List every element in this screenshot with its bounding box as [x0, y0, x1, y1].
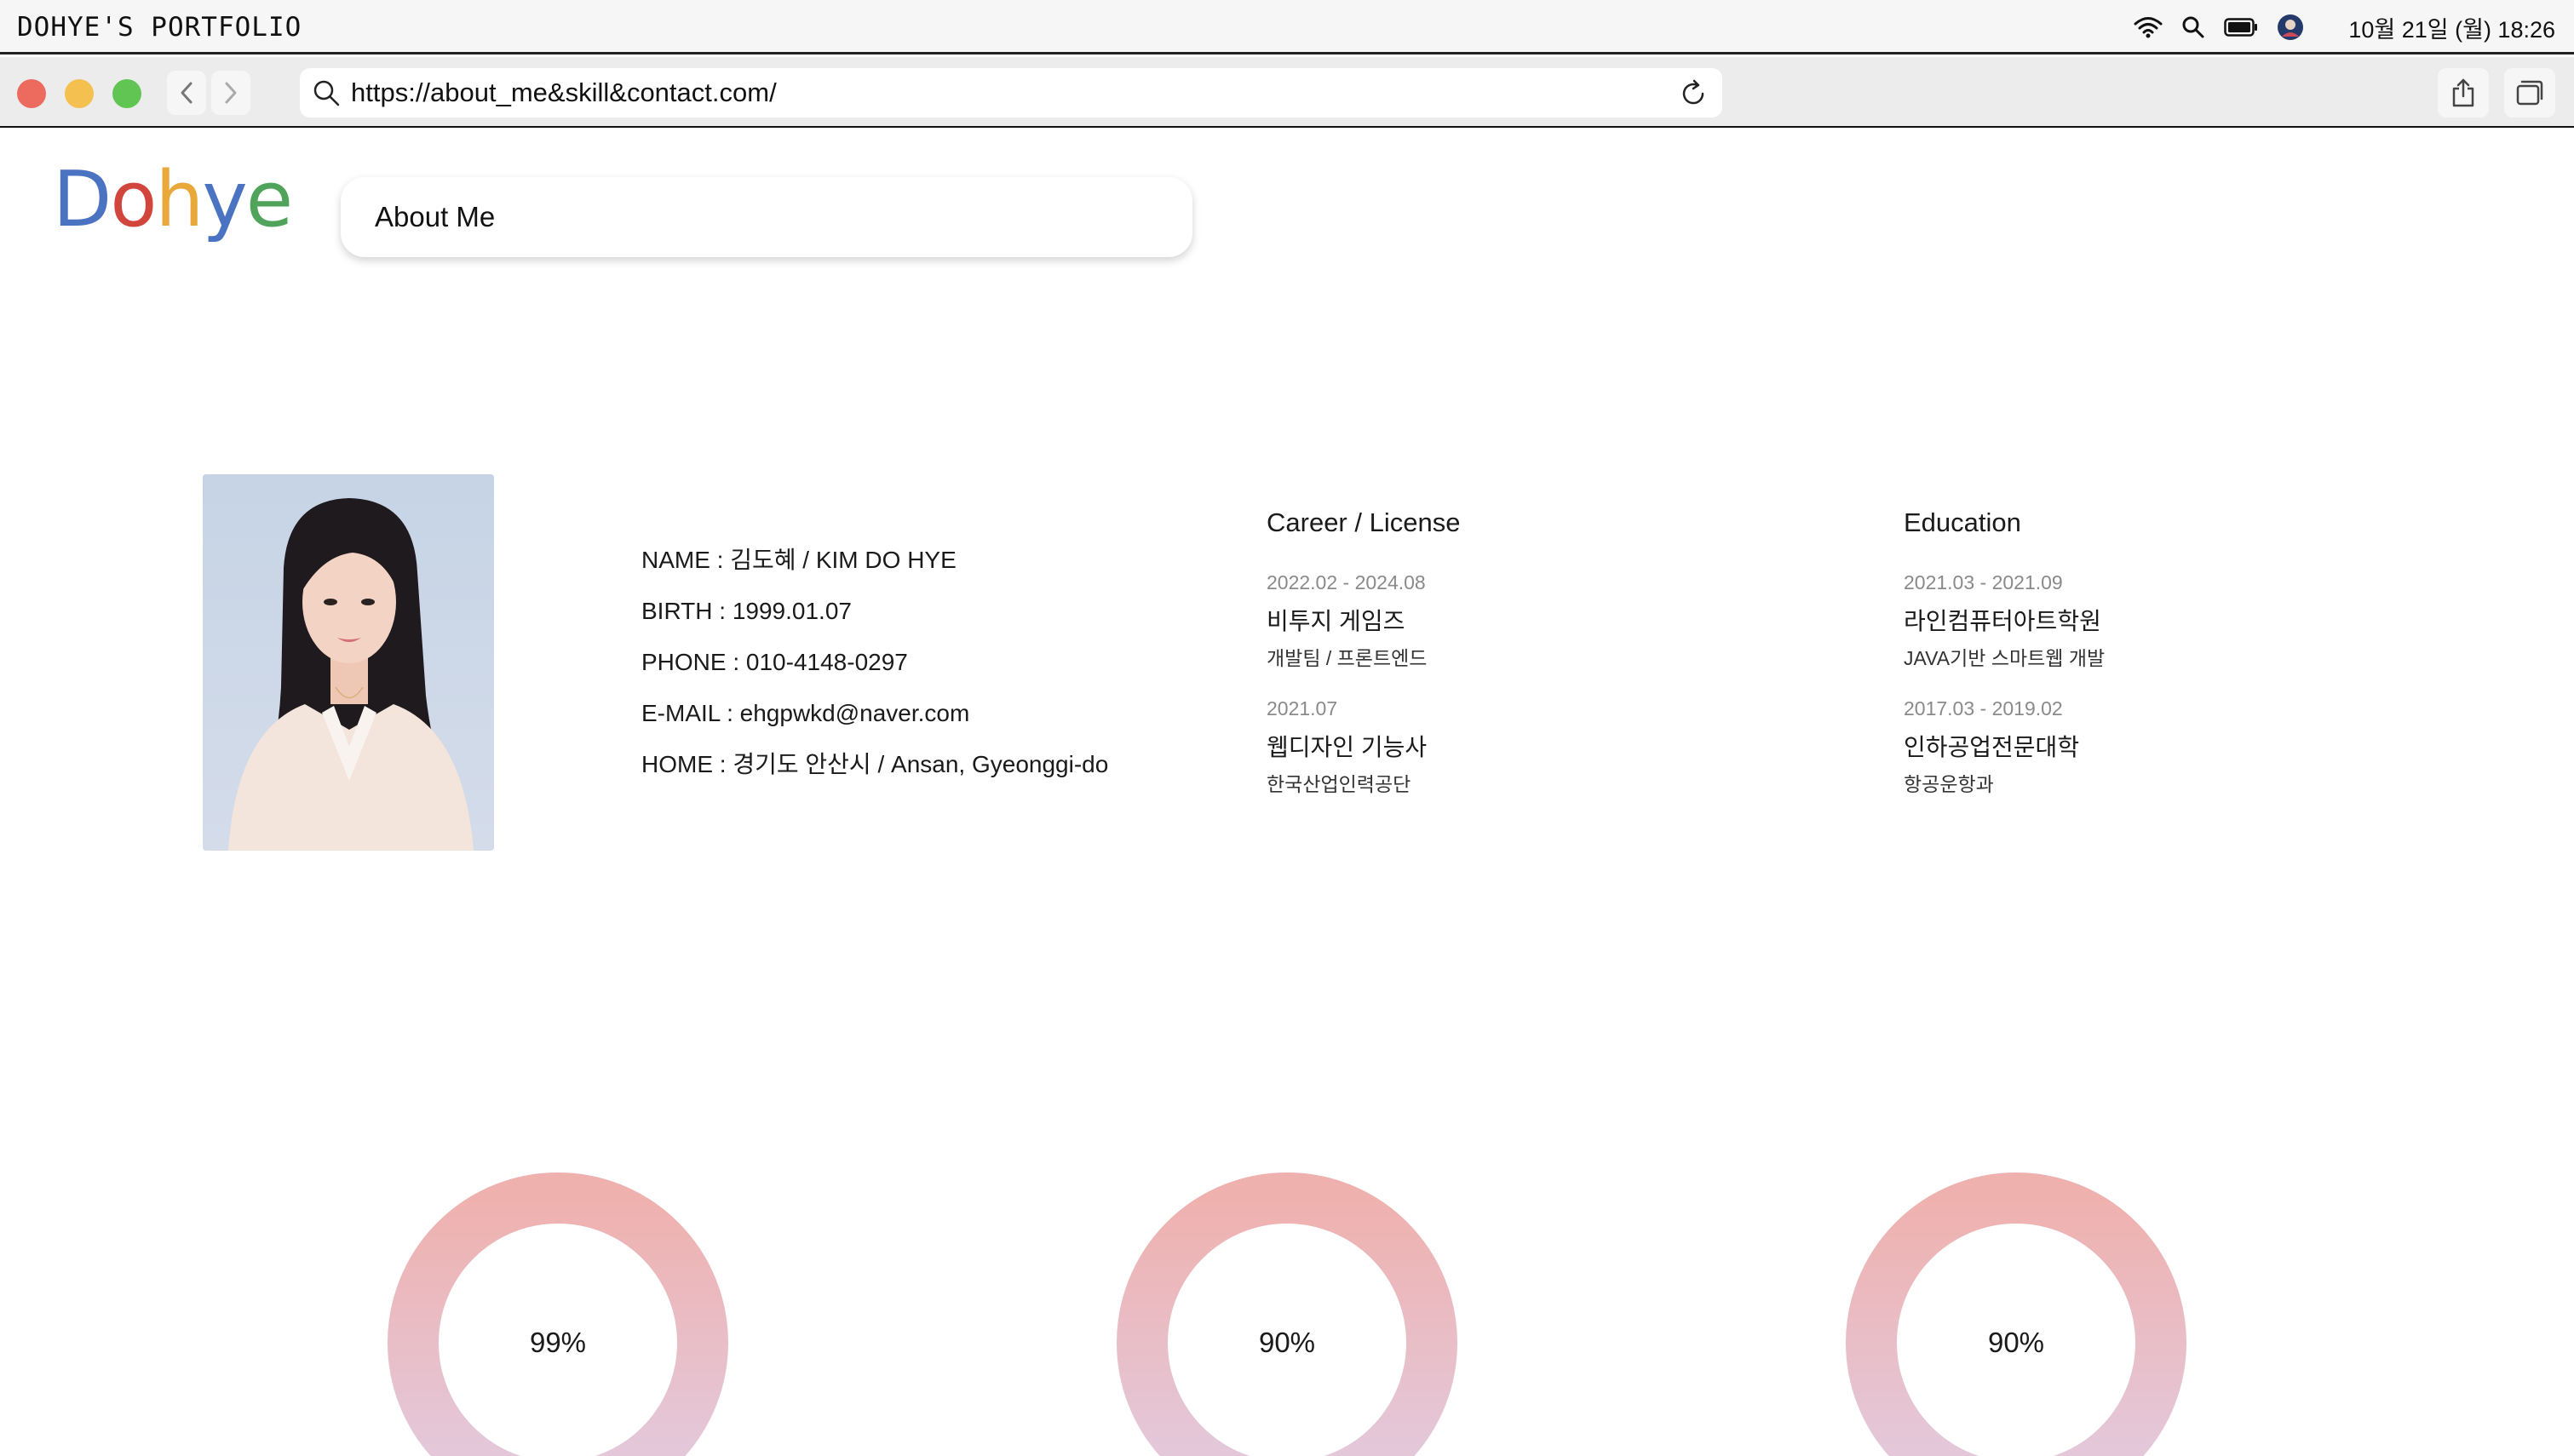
wifi-icon[interactable]: [2134, 15, 2163, 39]
entry-subtitle: 개발팀 / 프론트엔드: [1267, 647, 1428, 669]
chevron-left-icon: [181, 82, 192, 104]
address-bar[interactable]: https://about_me&skill&contact.com/: [300, 68, 1722, 118]
close-window-button[interactable]: [17, 79, 46, 108]
forward-button[interactable]: [211, 71, 250, 115]
battery-icon[interactable]: [2224, 18, 2258, 37]
education-section-title: Education: [1904, 507, 2021, 537]
portrait-illustration: [203, 474, 494, 851]
profile-info: NAME : 김도혜 / KIM DO HYE BIRTH : 1999.01.…: [641, 543, 1108, 799]
zoom-window-button[interactable]: [112, 79, 141, 108]
education-entry: 2017.03 - 2019.02 인하공업전문대학 항공운항과: [1904, 697, 2079, 797]
entry-subtitle: 한국산업인력공단: [1267, 773, 1411, 795]
status-area: 10월 21일 (월) 18:26: [2134, 10, 2555, 44]
profile-home: HOME : 경기도 안산시 / Ansan, Gyeonggi-do: [641, 751, 1109, 777]
skill-ring: 90%: [1846, 1172, 2186, 1456]
chevron-right-icon: [225, 82, 237, 104]
nav-item-about-me[interactable]: About Me: [375, 201, 495, 233]
entry-subtitle: JAVA기반 스마트웹 개발: [1904, 647, 2106, 669]
tabs-icon: [2516, 80, 2543, 106]
browser-toolbar: https://about_me&skill&contact.com/: [0, 57, 2574, 128]
minimize-window-button[interactable]: [65, 79, 94, 108]
profile-birth: BIRTH : 1999.01.07: [641, 598, 852, 624]
skill-percent: 99%: [529, 1327, 587, 1358]
career-entry: 2022.02 - 2024.08 비투지 게임즈 개발팀 / 프론트엔드: [1267, 571, 1427, 671]
back-button[interactable]: [167, 71, 206, 115]
menu-bar: DOHYE'S PORTFOLIO 10월 21일 (월) 18:26: [0, 0, 2574, 54]
career-entry: 2021.07 웹디자인 기능사 한국산업인력공단: [1267, 697, 1427, 797]
user-avatar-icon[interactable]: [2277, 14, 2304, 41]
reload-icon[interactable]: [1678, 78, 1709, 109]
entry-name: 비투지 게임즈: [1267, 608, 1405, 634]
skill-ring: 99%: [388, 1172, 728, 1456]
tabs-button[interactable]: [2504, 68, 2555, 118]
share-icon: [2452, 78, 2474, 107]
app-title: DOHYE'S PORTFOLIO: [17, 12, 302, 43]
nav-menu[interactable]: About Me: [341, 177, 1192, 257]
profile-phone: PHONE : 010-4148-0297: [641, 649, 908, 675]
entry-date: 2022.02 - 2024.08: [1267, 571, 1426, 593]
url-text[interactable]: https://about_me&skill&contact.com/: [351, 77, 777, 108]
entry-date: 2017.03 - 2019.02: [1904, 697, 2063, 719]
entry-subtitle: 항공운항과: [1904, 773, 1994, 795]
entry-date: 2021.07: [1267, 697, 1338, 719]
skill-percent: 90%: [1987, 1327, 2045, 1358]
profile-photo: [203, 474, 494, 851]
site-logo[interactable]: Dohye: [53, 162, 293, 238]
skill-percent: 90%: [1258, 1327, 1316, 1358]
search-icon[interactable]: [2181, 15, 2205, 39]
menubar-clock: 10월 21일 (월) 18:26: [2348, 16, 2555, 43]
share-button[interactable]: [2438, 68, 2489, 118]
entry-name: 라인컴퓨터아트학원: [1904, 608, 2101, 634]
entry-date: 2021.03 - 2021.09: [1904, 571, 2063, 593]
skill-ring: 90%: [1117, 1172, 1457, 1456]
search-icon: [312, 78, 341, 107]
profile-email: E-MAIL : ehgpwkd@naver.com: [641, 700, 970, 726]
profile-name: NAME : 김도혜 / KIM DO HYE: [641, 547, 957, 573]
education-entry: 2021.03 - 2021.09 라인컴퓨터아트학원 JAVA기반 스마트웹 …: [1904, 571, 2105, 671]
entry-name: 인하공업전문대학: [1904, 734, 2080, 760]
career-section-title: Career / License: [1267, 507, 1461, 537]
entry-name: 웹디자인 기능사: [1267, 734, 1428, 760]
